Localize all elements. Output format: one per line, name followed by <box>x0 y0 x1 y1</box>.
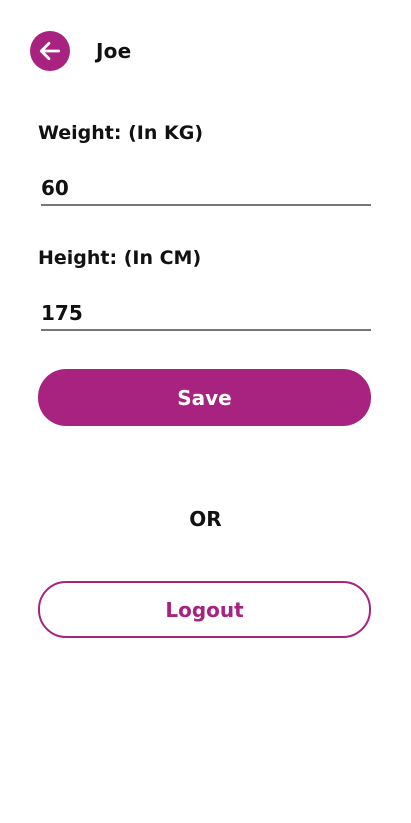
height-label: Height: (In CM) <box>38 247 202 269</box>
height-input[interactable] <box>41 299 371 331</box>
or-divider-text: OR <box>189 507 222 531</box>
weight-input[interactable] <box>41 174 371 206</box>
header: Joe <box>30 31 131 71</box>
save-button[interactable]: Save <box>38 369 371 426</box>
weight-label: Weight: (In KG) <box>38 122 203 144</box>
back-button[interactable] <box>30 31 70 71</box>
arrow-left-icon <box>39 42 61 60</box>
logout-button[interactable]: Logout <box>38 581 371 638</box>
page-title: Joe <box>96 39 132 63</box>
